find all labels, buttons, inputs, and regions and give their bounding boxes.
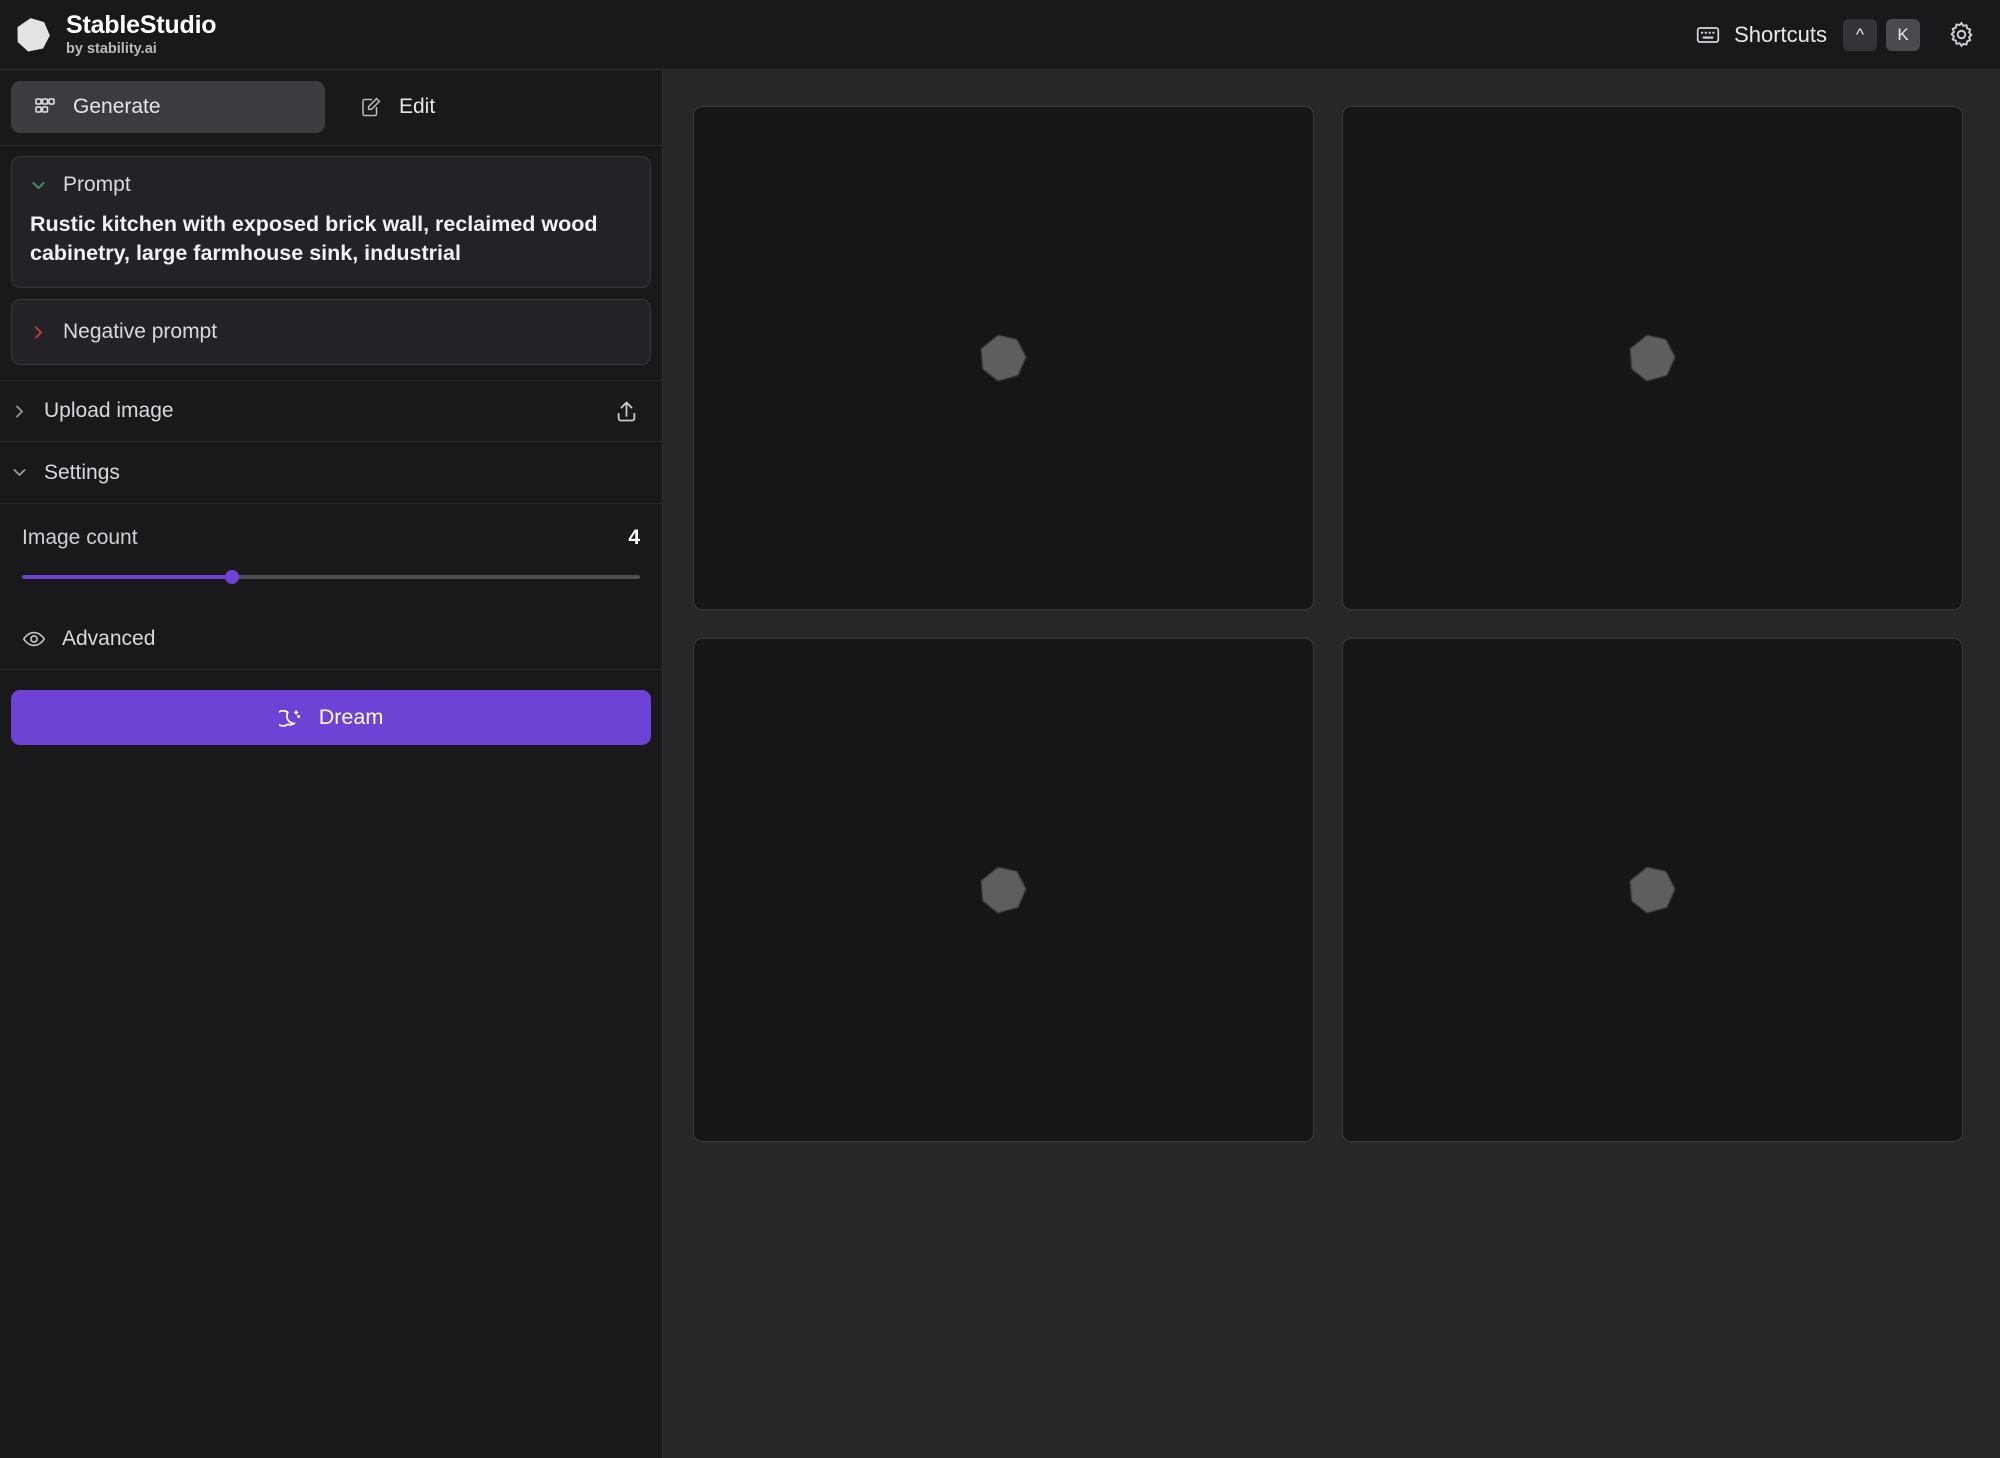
- dream-button[interactable]: Dream: [11, 690, 651, 746]
- upload-image-label: Upload image: [44, 399, 174, 423]
- app-title: StableStudio: [66, 11, 217, 40]
- negative-prompt-title: Negative prompt: [63, 320, 218, 344]
- prompt-title: Prompt: [63, 173, 131, 196]
- shortcuts-label: Shortcuts: [1734, 21, 1827, 47]
- slider-fill: [22, 575, 233, 580]
- results-canvas: [663, 70, 2000, 1458]
- prompt-section: Prompt Rustic kitchen with exposed brick…: [0, 146, 662, 366]
- moon-sparkle-icon: [278, 709, 300, 727]
- settings-body: Image count 4: [0, 504, 662, 585]
- sidebar-tabs: Generate Edit: [0, 70, 662, 146]
- body: Generate Edit Prompt Rustic kitchen with…: [0, 70, 2000, 1458]
- shortcut-keycaps: ^ K: [1843, 18, 1920, 51]
- app-header: StableStudio by stability.ai Shortcuts ^…: [0, 0, 2000, 70]
- header-actions: Shortcuts ^ K: [1695, 18, 1978, 52]
- chevron-right-icon: [16, 405, 23, 418]
- settings-button[interactable]: [1944, 18, 1978, 52]
- heptagon-placeholder-icon: [1630, 867, 1676, 914]
- dream-button-label: Dream: [318, 705, 384, 730]
- image-count-value: 4: [628, 526, 640, 550]
- pencil-square-icon: [362, 97, 381, 117]
- chevron-right-icon: [34, 326, 43, 339]
- keycap-letter[interactable]: K: [1886, 18, 1920, 51]
- advanced-row[interactable]: Advanced: [0, 608, 662, 671]
- chevron-down-icon: [13, 469, 26, 477]
- sidebar: Generate Edit Prompt Rustic kitchen with…: [0, 70, 663, 1458]
- upload-icon[interactable]: [613, 398, 640, 425]
- prompt-panel[interactable]: Prompt Rustic kitchen with exposed brick…: [11, 156, 651, 289]
- keyboard-icon: [1696, 26, 1720, 43]
- keycap-modifier[interactable]: ^: [1843, 18, 1877, 51]
- heptagon-logo-icon: [17, 17, 50, 52]
- result-tile[interactable]: [692, 106, 1314, 610]
- result-tile[interactable]: [692, 638, 1314, 1142]
- grid-squares-icon: [35, 98, 55, 113]
- settings-label: Settings: [44, 460, 120, 484]
- tab-edit[interactable]: Edit: [337, 81, 651, 133]
- heptagon-placeholder-icon: [1630, 335, 1676, 382]
- slider-thumb[interactable]: [225, 570, 240, 585]
- upload-image-row[interactable]: Upload image: [0, 380, 662, 443]
- app-subtitle: by stability.ai: [66, 40, 157, 57]
- tab-generate[interactable]: Generate: [11, 81, 325, 133]
- result-tile[interactable]: [1341, 106, 1963, 610]
- gear-icon: [1949, 21, 1973, 48]
- brand[interactable]: StableStudio by stability.ai: [14, 11, 217, 57]
- image-count-slider[interactable]: [22, 570, 640, 585]
- image-count-label: Image count: [22, 526, 138, 550]
- eye-icon: [22, 631, 46, 646]
- heptagon-placeholder-icon: [981, 335, 1027, 382]
- chevron-down-icon: [32, 181, 45, 189]
- sidebar-empty-space: [0, 745, 662, 1458]
- tab-edit-label: Edit: [399, 95, 436, 118]
- advanced-label: Advanced: [62, 626, 156, 650]
- image-count-row: Image count 4: [22, 526, 640, 550]
- negative-prompt-panel[interactable]: Negative prompt: [11, 299, 651, 366]
- shortcuts-button[interactable]: Shortcuts: [1695, 22, 1827, 48]
- prompt-header[interactable]: Prompt: [30, 173, 632, 197]
- settings-row[interactable]: Settings: [0, 442, 662, 505]
- tab-generate-label: Generate: [73, 95, 161, 118]
- heptagon-placeholder-icon: [981, 867, 1027, 914]
- app-root: StableStudio by stability.ai Shortcuts ^…: [0, 0, 2000, 1458]
- negative-prompt-header[interactable]: Negative prompt: [30, 320, 632, 344]
- results-grid: [692, 106, 1963, 1142]
- brand-text: StableStudio by stability.ai: [66, 11, 217, 57]
- result-tile[interactable]: [1341, 638, 1963, 1142]
- prompt-input[interactable]: Rustic kitchen with exposed brick wall, …: [30, 210, 632, 267]
- dream-section: Dream: [0, 670, 662, 746]
